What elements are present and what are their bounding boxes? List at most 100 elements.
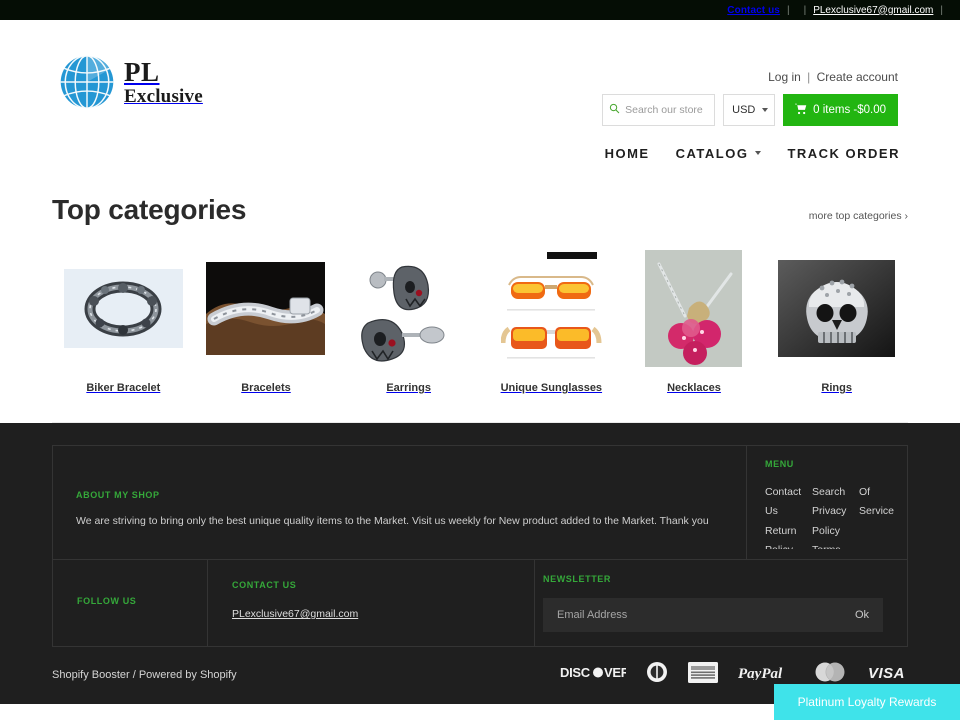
topbar-contact-us-link[interactable]: Contact us [727, 5, 780, 16]
footer-row-top: ABOUT MY SHOP We are striving to bring o… [53, 446, 907, 559]
category-image-wrap [645, 248, 743, 368]
diners-club-icon [646, 661, 668, 688]
rings-image [778, 259, 896, 357]
category-label: Bracelets [241, 382, 291, 394]
svg-text:PayPal: PayPal [738, 666, 783, 680]
category-grid: Biker Bracelet Bracelets Earrings Unique… [52, 248, 908, 423]
page-root: Contact us | | PLexclusive67@gmail.com | [0, 0, 960, 720]
menu-link-contact-us-2[interactable]: Us [765, 502, 812, 521]
contact-heading: CONTACT US [232, 580, 297, 590]
menu-link-contact-us[interactable]: Contact [765, 483, 812, 502]
currency-selector[interactable]: USD [723, 94, 776, 126]
category-card-biker-bracelet[interactable]: Biker Bracelet [52, 248, 195, 412]
menu-link-terms-of-service-2[interactable]: Of [859, 483, 897, 502]
nav-item-label: HOME [604, 145, 650, 161]
announcement-bar: Contact us | | PLexclusive67@gmail.com | [0, 0, 960, 20]
nav-item-label: TRACK ORDER [787, 145, 900, 161]
bracelets-image [206, 261, 326, 355]
necklaces-image [645, 249, 743, 367]
category-card-bracelets[interactable]: Bracelets [195, 248, 338, 412]
main-content: Top categories more top categories › Bik… [0, 174, 960, 423]
svg-text:DISC: DISC [560, 665, 591, 679]
topbar-separator-2: | [803, 4, 807, 16]
logo-primary-text: PL [124, 56, 160, 87]
about-text: We are striving to bring only the best u… [76, 515, 709, 527]
search-box[interactable] [602, 94, 716, 126]
menu-link-return-policy-2[interactable]: Policy [765, 541, 812, 549]
about-heading: ABOUT MY SHOP [76, 490, 160, 500]
american-express-icon [688, 661, 718, 688]
follow-heading: FOLLOW US [77, 596, 137, 606]
main-navigation: HOME CATALOG TRACK ORDER [0, 132, 960, 174]
footer-follow-section: FOLLOW US [53, 560, 208, 646]
footer-menu-section: MENU Contact Us Return Policy Search Pri… [747, 446, 907, 559]
login-link[interactable]: Log in [768, 70, 801, 84]
footer-contact-section: CONTACT US PLexclusive67@gmail.com [208, 560, 535, 646]
nav-item-track-order[interactable]: TRACK ORDER [787, 146, 900, 161]
newsletter-heading: NEWSLETTER [543, 574, 611, 584]
category-label: Rings [821, 382, 852, 394]
category-card-necklaces[interactable]: Necklaces [623, 248, 766, 412]
newsletter-email-input[interactable] [557, 609, 855, 621]
unique-sunglasses-image [500, 249, 602, 367]
loyalty-rewards-widget[interactable]: Platinum Loyalty Rewards [774, 684, 960, 720]
footer-email-link[interactable]: PLexclusive67@gmail.com [232, 608, 358, 620]
category-image-wrap [206, 248, 326, 368]
site-header: PL Exclusive Log in | Create account USD [0, 20, 960, 132]
paypal-icon: PayPal [738, 665, 792, 685]
footer-menu-column-2: Search Privacy Policy Terms [812, 483, 859, 549]
footer-credit: Shopify Booster / Powered by Shopify [52, 669, 237, 681]
menu-link-privacy-policy-2[interactable]: Policy [812, 522, 859, 541]
account-links: Log in | Create account [768, 70, 898, 84]
footer-about-section: ABOUT MY SHOP We are striving to bring o… [53, 446, 747, 559]
cart-label: 0 items -$0.00 [813, 104, 886, 116]
footer-menu-column-1: Contact Us Return Policy [765, 483, 812, 549]
site-logo[interactable]: PL Exclusive [58, 53, 203, 111]
category-card-unique-sunglasses[interactable]: Unique Sunglasses [480, 248, 623, 412]
svg-text:VISA: VISA [868, 665, 905, 680]
cart-button[interactable]: 0 items -$0.00 [783, 94, 898, 126]
nav-item-label: CATALOG [675, 145, 749, 161]
menu-link-return-policy[interactable]: Return [765, 522, 812, 541]
category-label: Necklaces [667, 382, 721, 394]
menu-link-terms-of-service-3[interactable]: Service [859, 502, 897, 521]
category-label: Biker Bracelet [86, 382, 161, 394]
create-account-link[interactable]: Create account [817, 70, 898, 84]
section-header: Top categories more top categories › [52, 174, 908, 226]
category-label: Earrings [386, 382, 431, 394]
chevron-down-icon [762, 108, 769, 112]
topbar-separator-1: | [786, 4, 790, 16]
category-card-earrings[interactable]: Earrings [337, 248, 480, 412]
category-image-wrap [500, 248, 602, 368]
footer-row-bottom: FOLLOW US CONTACT US PLexclusive67@gmail… [53, 559, 907, 646]
footer-menu-column-3: Of Service [859, 483, 897, 549]
biker-bracelet-image [63, 268, 183, 348]
menu-heading: MENU [765, 459, 794, 469]
category-card-rings[interactable]: Rings [765, 248, 908, 412]
nav-item-catalog[interactable]: CATALOG [676, 146, 762, 161]
menu-link-privacy-policy[interactable]: Privacy [812, 502, 859, 521]
topbar-separator-3: | [940, 4, 943, 16]
account-divider: | [807, 70, 811, 84]
footer-panel: ABOUT MY SHOP We are striving to bring o… [52, 445, 908, 647]
loyalty-rewards-label: Platinum Loyalty Rewards [797, 695, 937, 709]
menu-link-terms-of-service[interactable]: Terms [812, 541, 859, 549]
footer-newsletter-section: NEWSLETTER Ok [535, 560, 907, 646]
newsletter-submit-button[interactable]: Ok [855, 609, 869, 621]
currency-value: USD [732, 104, 756, 116]
search-icon [609, 101, 620, 119]
search-input[interactable] [625, 104, 709, 116]
topbar-email-link[interactable]: PLexclusive67@gmail.com [813, 5, 933, 16]
more-top-categories-link[interactable]: more top categories › [809, 210, 908, 222]
category-image-wrap [356, 248, 462, 368]
globe-icon [58, 53, 116, 111]
footer-menu-columns: Contact Us Return Policy Search Privacy … [765, 483, 897, 549]
category-image-wrap [63, 248, 183, 368]
nav-item-home[interactable]: HOME [605, 146, 650, 161]
logo-wordmark: PL Exclusive [124, 56, 203, 106]
menu-link-search[interactable]: Search [812, 483, 859, 502]
page-title: Top categories [52, 194, 247, 225]
discover-icon: DISC VER [560, 665, 631, 684]
chevron-down-icon [755, 151, 762, 155]
footer-credit-link[interactable]: Shopify Booster / Powered by Shopify [52, 669, 237, 681]
